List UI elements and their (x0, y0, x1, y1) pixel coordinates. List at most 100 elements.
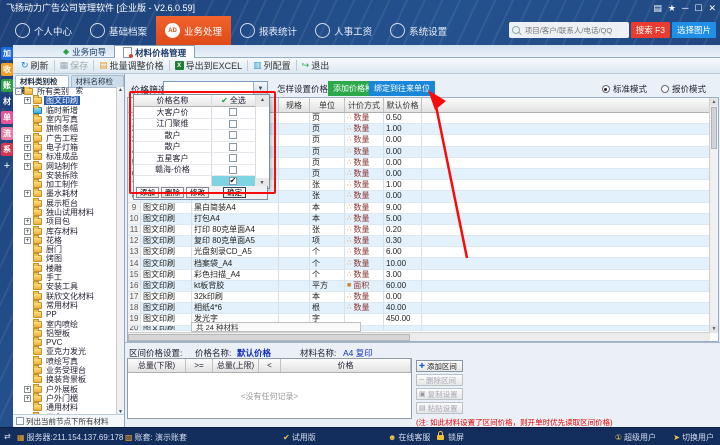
tree-item[interactable]: 旗帜条幅 (13, 124, 117, 133)
expand-icon[interactable]: + (24, 228, 31, 235)
table-row[interactable]: 17图文印刷32k印刷本∴数量0.00 (128, 292, 718, 303)
interval-header-cell[interactable]: >= (186, 359, 213, 372)
tree-item[interactable]: +标准成品 (13, 152, 117, 161)
tree-item[interactable]: +电子灯箱 (13, 143, 117, 152)
tree-item[interactable]: 联欣文化材料 (13, 292, 117, 301)
price-kind-row[interactable]: 五星客户 (134, 153, 269, 165)
table-row[interactable]: 10图文印刷打包A4本∴数量5.00 (128, 214, 718, 225)
price-kind-row[interactable]: 散户 (134, 142, 269, 154)
list-all-checkbox[interactable] (16, 417, 24, 425)
quote-mode-radio[interactable]: 报价模式 (661, 83, 706, 95)
search-button[interactable]: 搜索 F3 (631, 22, 670, 38)
interval-header-cell[interactable]: 价格 (281, 359, 411, 372)
side-button-zhang[interactable]: 账 (1, 79, 13, 92)
ribbon-tab-archive[interactable]: 基础档案 (81, 16, 156, 45)
tree-item[interactable]: 喷绘写真 (13, 357, 117, 366)
price-kind-checkbox[interactable] (212, 165, 256, 177)
tree-item[interactable]: 烤图 (13, 254, 117, 263)
tree-item[interactable]: +项目包 (13, 217, 117, 226)
exit-button[interactable]: ↪退出 (298, 59, 334, 73)
price-kind-row[interactable]: 江门聚维 (134, 119, 269, 131)
interval-header-cell[interactable]: < (259, 359, 281, 372)
close-icon[interactable]: ✕ (708, 0, 716, 16)
scroll-up-icon[interactable]: ▲ (710, 98, 718, 106)
tree-scrollbar[interactable]: ▲ ▼ (116, 87, 124, 415)
grid-vertical-scrollbar[interactable]: ▲ ▼ (709, 98, 718, 333)
grid-header-cell[interactable]: 默认价格 (384, 98, 422, 112)
ribbon-tab-business[interactable]: AD业务处理 (156, 16, 231, 45)
tree-item[interactable]: 室内写真 (13, 115, 117, 124)
tree-item[interactable]: +图文印刷 (13, 96, 117, 105)
table-row[interactable]: 11图文印刷打印 80克单面A4张∴数量0.20 (128, 225, 718, 236)
interval-header-cell[interactable]: 总量(下限) (128, 359, 186, 372)
side-button-xi[interactable]: 系 (1, 143, 13, 156)
tree-item[interactable]: 独山试用材料 (13, 208, 117, 217)
tree-item[interactable]: PVC (13, 338, 117, 347)
tab-material-price[interactable]: 材料价格管理 (114, 45, 195, 59)
expand-icon[interactable]: + (24, 218, 31, 225)
table-row[interactable]: 14图文印刷档案袋_A4个∴数量10.00 (128, 258, 718, 269)
tree-item[interactable]: 厨门 (13, 245, 117, 254)
add-interval-button[interactable]: ✚添加区间 (416, 360, 463, 372)
tree-item[interactable]: 楼雕 (13, 264, 117, 273)
ribbon-tab-personal[interactable]: 个人中心 (6, 16, 81, 45)
expand-icon[interactable]: + (24, 153, 31, 160)
interval-header-cell[interactable]: 总量(上限) (213, 359, 259, 372)
column-config-button[interactable]: ▥列配置 (249, 59, 295, 73)
tree-item[interactable]: +花格 (13, 236, 117, 245)
tree-root[interactable]: -所有类别 (13, 87, 117, 96)
price-kind-checkbox[interactable] (212, 107, 256, 119)
ribbon-tab-hr[interactable]: 人事工资 (306, 16, 381, 45)
tree-item[interactable]: +广告工程 (13, 133, 117, 142)
tree-item[interactable]: 室内喷绘 (13, 319, 117, 328)
scroll-up-icon[interactable]: ▲ (117, 87, 124, 93)
side-button-jia[interactable]: 加 (1, 47, 13, 60)
standard-mode-radio[interactable]: 标准模式 (602, 83, 647, 95)
tree-item[interactable]: 临时新增 (13, 106, 117, 115)
tree-item[interactable]: 常用材料 (13, 301, 117, 310)
price-kind-checkbox[interactable] (212, 142, 256, 154)
side-button-dan[interactable]: 单 (1, 111, 13, 124)
scrollbar-thumb[interactable] (128, 334, 410, 341)
super-user-badge[interactable]: ① 超级用户 (615, 432, 656, 443)
table-row[interactable]: 16图文印刷kt板背胶平方■面积60.00 (128, 281, 718, 292)
grid-horizontal-scrollbar[interactable] (128, 332, 710, 341)
delete-button[interactable]: 删除 (161, 187, 184, 198)
tree-item[interactable]: +户外门楣 (13, 394, 117, 403)
tree-item[interactable]: PP (13, 310, 117, 319)
pin-icon[interactable]: ★ (668, 0, 676, 16)
tree-item[interactable]: +网站制作 (13, 161, 117, 170)
bind-to-unit-button[interactable]: 绑定到往来单位 (369, 81, 435, 96)
theme-icon[interactable]: ▤ (653, 0, 662, 16)
popup-header-select-all[interactable]: ✔全选 (212, 95, 256, 107)
grid-header-cell[interactable]: 单位 (310, 98, 345, 112)
collapse-icon[interactable]: - (15, 88, 22, 95)
tree-item[interactable]: 安装拆除 (13, 171, 117, 180)
price-kind-checkbox[interactable] (212, 130, 256, 142)
search-input[interactable] (523, 25, 627, 36)
price-kind-row[interactable]: 大客户价 (134, 107, 269, 119)
modify-button[interactable]: 修改 (186, 187, 209, 198)
side-button-shou[interactable]: 收 (1, 63, 13, 76)
tree-item[interactable]: +墨水耗材 (13, 189, 117, 198)
tree-item[interactable]: 亚克力发光 (13, 347, 117, 356)
price-kind-row[interactable]: 散户 (134, 130, 269, 142)
switch-user-button[interactable]: ➤ 切换用户 (673, 432, 714, 443)
tree-tab-by-category[interactable]: 材料类别检索 (15, 75, 69, 87)
grid-header-cell[interactable]: 计价方式 (345, 98, 384, 112)
online-service-button[interactable]: ☻ 在线客服 (388, 432, 430, 443)
table-row[interactable]: 13图文印刷光盘刻录CD_A5个∴数量6.00 (128, 247, 718, 258)
tree-tab-by-name[interactable]: 材料名称检索 (71, 75, 125, 87)
maximize-icon[interactable]: ☐ (694, 0, 702, 16)
tree-item[interactable]: 加工制作 (13, 180, 117, 189)
scroll-up-icon[interactable]: ▲ (256, 95, 269, 107)
table-row[interactable]: 15图文印刷彩色扫描_A4个∴数量3.00 (128, 270, 718, 281)
expand-icon[interactable]: + (24, 135, 31, 142)
tree-item[interactable]: 业务受理台 (13, 366, 117, 375)
batch-adjust-button[interactable]: ▤批量调整价格 (95, 59, 168, 73)
table-row[interactable]: 9图文印刷黑白简装A4本∴数量9.00 (128, 203, 718, 214)
ok-button[interactable]: 确定 (223, 187, 246, 198)
grid-header-cell[interactable]: 规格 (279, 98, 310, 112)
expand-icon[interactable]: + (24, 237, 31, 244)
side-button-liu[interactable]: 流 (1, 127, 13, 140)
